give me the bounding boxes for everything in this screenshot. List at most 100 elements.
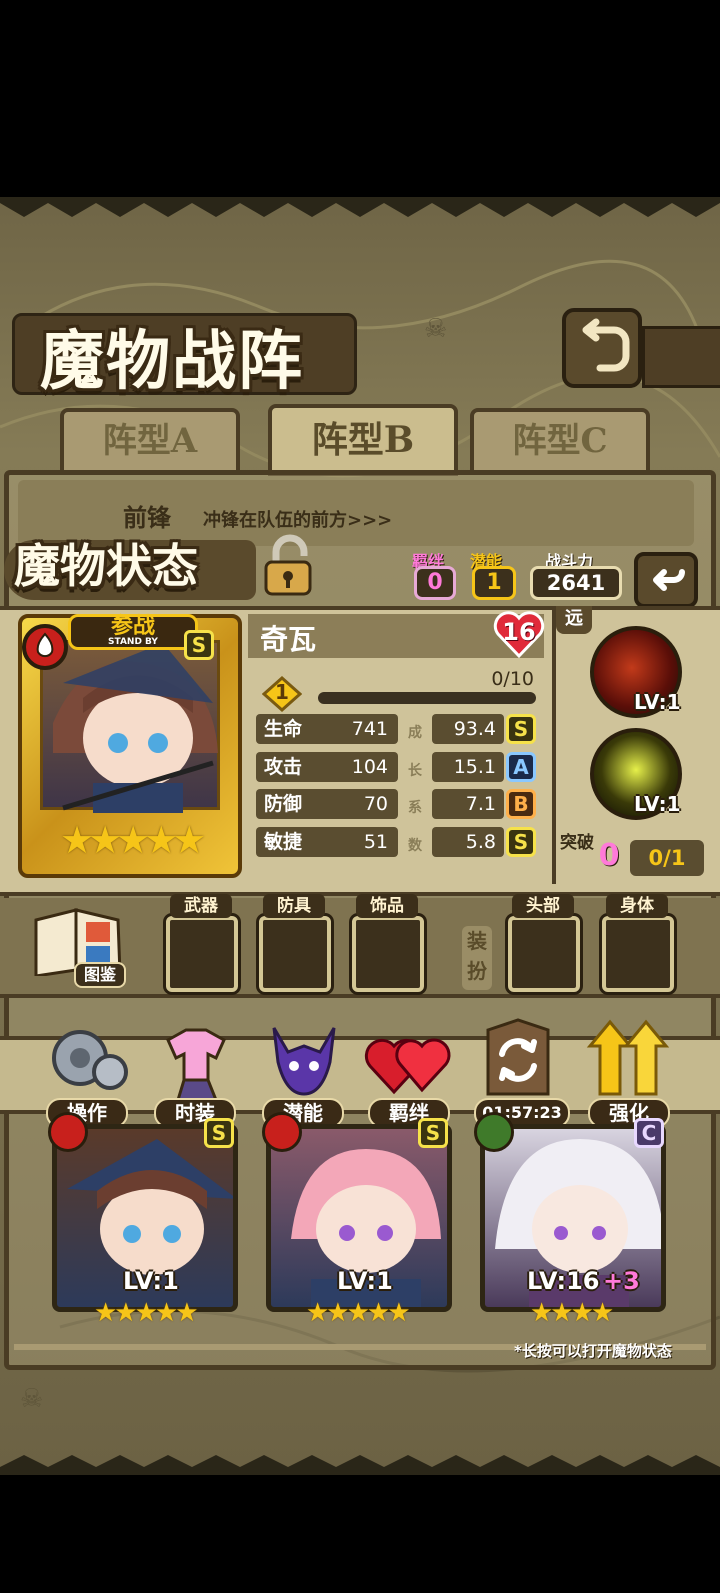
gear-icon [52, 1030, 128, 1090]
stat-value: 741 [351, 718, 388, 740]
growth-value: 7.1 [465, 793, 496, 815]
growth-value: 15.1 [453, 756, 496, 778]
body-slot[interactable] [602, 916, 674, 992]
roster-3-bonus: +3 [603, 1267, 640, 1295]
accessory-slot[interactable] [352, 916, 424, 992]
growth-char: 系 [408, 800, 422, 816]
exp-level-badge: 1 [261, 675, 303, 713]
roster-1-level: LV:1 [123, 1267, 179, 1295]
return-arrow-icon [582, 318, 630, 372]
padlock-open-icon [264, 534, 312, 596]
hearts-icon [364, 1038, 451, 1095]
exp-text: 0/10 [491, 668, 534, 690]
upgrade-arrows-icon [586, 1019, 670, 1096]
portrait-stars: ★★★★★ [60, 818, 206, 862]
monster-art [53, 643, 218, 813]
grade-badge: A [506, 752, 536, 782]
roster-1-stars: ★★★★★ [94, 1298, 199, 1328]
roster-3-rank: C [634, 1118, 664, 1148]
demon-icon [272, 1027, 336, 1096]
stat-label: 攻击 [264, 756, 303, 778]
tab-formation-c[interactable]: 阵型C [470, 408, 650, 474]
codex-label: 图鉴 [74, 962, 126, 988]
growth-3: 5.8 [432, 827, 504, 857]
nature-element-icon [474, 1112, 514, 1152]
torn-edge-top [0, 197, 720, 217]
armor-slot[interactable] [259, 916, 331, 992]
stat-2: 防御 70 [256, 789, 398, 819]
monster-portrait [40, 640, 220, 813]
stat-value: 70 [363, 793, 388, 815]
outfit-button[interactable] [150, 1018, 242, 1110]
long-press-hint: *长按可以打开魔物状态 [514, 1342, 672, 1360]
bond-value: 0 [414, 566, 456, 600]
standby-label: 参战 [110, 614, 155, 639]
roster-2-rank: S [418, 1118, 448, 1148]
accessory-slot-label: 饰品 [356, 894, 418, 918]
stat-label: 敏捷 [264, 831, 303, 853]
skill-2[interactable]: LV:1 [590, 728, 682, 820]
svg-text:☠: ☠ [424, 314, 447, 344]
bond-button[interactable] [364, 1018, 456, 1110]
stat-0: 生命 741 [256, 714, 398, 744]
refresh-button[interactable] [472, 1018, 564, 1110]
back-button[interactable] [562, 308, 642, 388]
lock-button[interactable] [258, 534, 322, 598]
potential-button[interactable] [258, 1018, 350, 1110]
armor-slot-label: 防具 [263, 894, 325, 918]
status-title: 魔物状态 [14, 539, 198, 593]
breakthrough-value: 0 [598, 838, 620, 873]
tab-formation-a[interactable]: 阵型A [60, 408, 240, 474]
head-slot[interactable] [508, 916, 580, 992]
grade-badge: B [506, 789, 536, 819]
weapon-slot[interactable] [166, 916, 238, 992]
exp-bar [318, 692, 536, 704]
fire-element-icon [48, 1112, 88, 1152]
skill-2-level: LV:1 [634, 792, 681, 816]
stat-label: 防御 [264, 793, 303, 815]
power-value: 2641 [530, 566, 622, 600]
vanguard-label: 前锋 [123, 504, 171, 532]
growth-char: 长 [408, 763, 422, 779]
growth-char: 数 [408, 838, 422, 854]
growth-value: 5.8 [465, 831, 496, 853]
page-title: 魔物战阵 [40, 324, 304, 399]
enhance-button[interactable] [584, 1018, 676, 1110]
level-value: 16 [502, 618, 536, 646]
refresh-icon [486, 1018, 550, 1096]
roster-2-stars: ★★★★★ [306, 1298, 411, 1328]
skill-1[interactable]: LV:1 [590, 626, 682, 718]
head-slot-label: 头部 [512, 894, 574, 918]
roster-card-1[interactable]: LV:1 [52, 1124, 238, 1312]
tab-formation-b[interactable]: 阵型B [268, 404, 458, 476]
outfit-icon [166, 1028, 226, 1102]
growth-value: 93.4 [453, 718, 496, 740]
range-badge: 远 [556, 606, 592, 634]
grade-badge: S [506, 714, 536, 744]
weapon-slot-label: 武器 [170, 894, 232, 918]
growth-1: 15.1 [432, 752, 504, 782]
growth-char: 成 [408, 725, 422, 741]
stat-value: 104 [351, 756, 388, 778]
stat-label: 生命 [264, 718, 303, 740]
exp-level: 1 [275, 680, 289, 704]
return-arrow-icon [653, 569, 685, 591]
growth-2: 7.1 [432, 789, 504, 819]
roster-3-stars: ★★★★ [530, 1298, 614, 1328]
breakthrough-label: 突破 [560, 833, 594, 853]
body-slot-label: 身体 [606, 894, 668, 918]
outfit-label: 装扮 [462, 926, 492, 990]
operate-button[interactable] [42, 1018, 134, 1110]
roster-card-3[interactable]: LV:16 +3 [480, 1124, 666, 1312]
title-bar-extension [642, 326, 720, 388]
svg-text:☠: ☠ [20, 1384, 43, 1414]
grade-badge: S [506, 827, 536, 857]
roster-card-2[interactable]: LV:1 [266, 1124, 452, 1312]
codex-button[interactable]: 图鉴 [30, 906, 128, 992]
fire-element-icon [262, 1112, 302, 1152]
status-return-button[interactable] [634, 552, 698, 608]
standby-badge: 参战 STAND BY [68, 614, 198, 650]
skill-1-level: LV:1 [634, 690, 681, 714]
fire-element-icon [22, 624, 68, 670]
growth-0: 93.4 [432, 714, 504, 744]
